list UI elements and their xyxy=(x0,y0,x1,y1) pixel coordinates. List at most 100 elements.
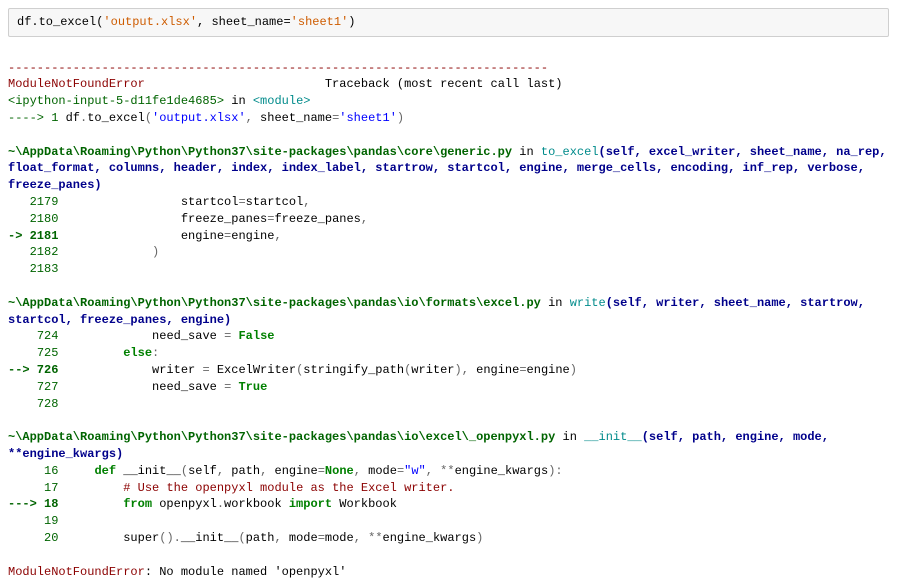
dot: . xyxy=(174,531,181,545)
comment: # Use the openpyxl module as the Excel w… xyxy=(66,481,455,495)
code xyxy=(361,531,368,545)
code: freeze_panes xyxy=(274,212,360,226)
traceback-label xyxy=(145,77,325,91)
keyword-from: from xyxy=(123,497,152,511)
code: writer xyxy=(66,363,203,377)
code: __init__ xyxy=(181,531,239,545)
code: Workbook xyxy=(332,497,397,511)
code-text: ) xyxy=(348,15,355,29)
paren: ( xyxy=(145,111,152,125)
arrow-lineno: --> 726 xyxy=(8,363,66,377)
code: need_save xyxy=(66,329,224,343)
arrow-lineno: ---> 18 xyxy=(8,497,66,511)
code: stringify_path xyxy=(303,363,404,377)
eq: = xyxy=(318,531,325,545)
code xyxy=(66,464,95,478)
in-keyword: in xyxy=(541,296,570,310)
in-keyword: in xyxy=(512,145,541,159)
lineno: 17 xyxy=(8,481,66,495)
lineno: 2180 xyxy=(8,212,66,226)
arrow-marker: ----> 1 xyxy=(8,111,66,125)
frame-path: ~\AppData\Roaming\Python\Python37\site-p… xyxy=(8,296,541,310)
comma: , xyxy=(274,531,281,545)
code: super xyxy=(66,531,160,545)
code-text: df.to_excel( xyxy=(17,15,103,29)
lineno: 2182 xyxy=(8,245,66,259)
lineno: 728 xyxy=(8,397,66,411)
function-name: to_excel xyxy=(541,145,599,159)
lineno: 724 xyxy=(8,329,66,343)
code-input-cell[interactable]: df.to_excel('output.xlsx', sheet_name='s… xyxy=(8,8,889,37)
code-text: , sheet_name= xyxy=(197,15,291,29)
comma: , xyxy=(246,111,253,125)
paren: ) xyxy=(455,363,462,377)
comma: , xyxy=(354,531,361,545)
code: engine xyxy=(469,363,519,377)
code: mode xyxy=(361,464,397,478)
lineno: 2179 xyxy=(8,195,66,209)
code: __init__ xyxy=(116,464,181,478)
in-keyword: in xyxy=(224,94,253,108)
string: 'sheet1' xyxy=(339,111,397,125)
keyword-import: import xyxy=(289,497,332,511)
in-keyword: in xyxy=(555,430,584,444)
string-literal: 'sheet1' xyxy=(291,15,349,29)
eq: = xyxy=(238,195,245,209)
code: workbook xyxy=(224,497,289,511)
code: openpyxl xyxy=(152,497,217,511)
lineno: 725 xyxy=(8,346,66,360)
comma: , xyxy=(462,363,469,377)
code: path xyxy=(224,464,260,478)
code: self xyxy=(188,464,217,478)
output-area: ----------------------------------------… xyxy=(0,43,897,588)
code: engine xyxy=(527,363,570,377)
comma: , xyxy=(274,229,281,243)
code: writer xyxy=(411,363,454,377)
code: mode xyxy=(282,531,318,545)
comma: , xyxy=(354,464,361,478)
code: need_save xyxy=(66,380,224,394)
lineno: 727 xyxy=(8,380,66,394)
code: ExcelWriter xyxy=(210,363,296,377)
paren: ) xyxy=(397,111,404,125)
eq: = xyxy=(318,464,325,478)
frame-path: ~\AppData\Roaming\Python\Python37\site-p… xyxy=(8,145,512,159)
code: to_excel xyxy=(87,111,145,125)
string: "w" xyxy=(404,464,426,478)
keyword-false: False xyxy=(231,329,274,343)
code xyxy=(66,497,124,511)
code: freeze_panes xyxy=(66,212,268,226)
final-error-name: ModuleNotFoundError xyxy=(8,565,145,579)
frame-path: ~\AppData\Roaming\Python\Python37\site-p… xyxy=(8,430,555,444)
lineno: 19 xyxy=(8,514,66,528)
paren: ( xyxy=(238,531,245,545)
frame-location: <ipython-input-5-d11fe1de4685> xyxy=(8,94,224,108)
function-name: __init__ xyxy=(584,430,642,444)
parens: () xyxy=(159,531,173,545)
lineno: 16 xyxy=(8,464,66,478)
module-name: <module> xyxy=(253,94,311,108)
comma: , xyxy=(217,464,224,478)
code xyxy=(66,346,124,360)
colon: : xyxy=(555,464,562,478)
code: engine xyxy=(66,229,224,243)
traceback-label: Traceback (most recent call last) xyxy=(325,77,563,91)
paren: ) xyxy=(570,363,577,377)
starstar: ** xyxy=(440,464,454,478)
function-name: write xyxy=(570,296,606,310)
eq: = xyxy=(519,363,526,377)
kwarg: sheet_name xyxy=(253,111,332,125)
code: df xyxy=(66,111,80,125)
paren: ) xyxy=(66,245,160,259)
string: 'output.xlsx' xyxy=(152,111,246,125)
lineno: 2183 xyxy=(8,262,66,276)
lineno: 20 xyxy=(8,531,66,545)
keyword-true: True xyxy=(231,380,267,394)
traceback-divider: ----------------------------------------… xyxy=(8,61,548,75)
code: path xyxy=(246,531,275,545)
eq: = xyxy=(202,363,209,377)
comma: , xyxy=(361,212,368,226)
code: mode xyxy=(325,531,354,545)
comma: , xyxy=(426,464,433,478)
starstar: ** xyxy=(368,531,382,545)
